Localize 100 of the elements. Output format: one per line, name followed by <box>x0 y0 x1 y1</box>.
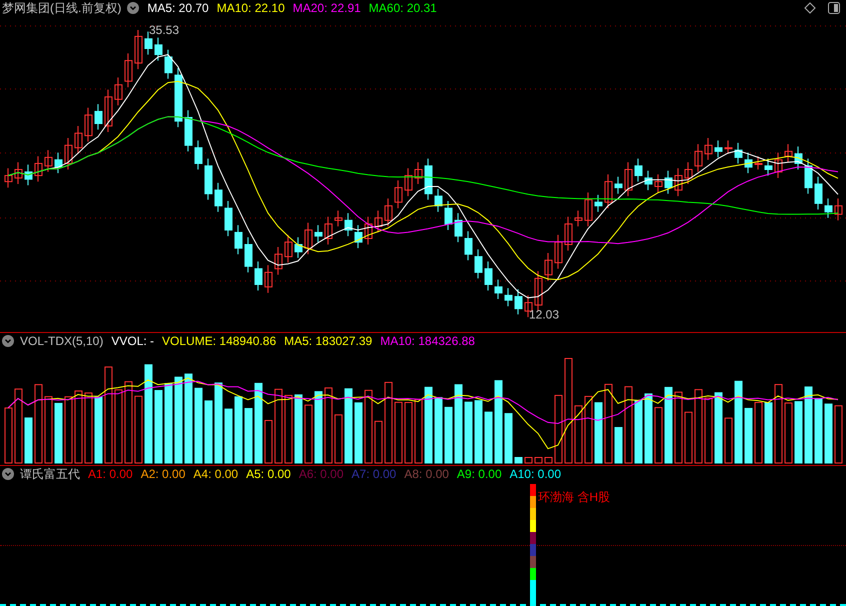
candlestick <box>614 176 622 194</box>
candlestick <box>164 49 172 80</box>
candlestick <box>214 182 222 212</box>
candlestick <box>264 264 272 294</box>
candlestick <box>334 210 342 227</box>
candlestick <box>514 288 522 315</box>
candlestick <box>594 194 602 212</box>
candlestick <box>394 180 402 209</box>
candlestick <box>694 144 702 172</box>
candlestick <box>374 210 382 233</box>
indicator-value: MA60: 20.31 <box>368 0 437 17</box>
candlestick <box>834 198 842 221</box>
candlestick <box>504 288 512 307</box>
indicator-value: MA5: 20.70 <box>147 0 209 17</box>
candlestick <box>674 168 682 197</box>
candlestick <box>104 89 112 132</box>
candlestick <box>754 156 762 170</box>
chevron-down-icon[interactable] <box>2 335 14 347</box>
candlestick <box>354 224 362 249</box>
candlestick <box>484 260 492 292</box>
candlestick <box>724 140 732 154</box>
candlestick <box>444 200 452 231</box>
candlestick <box>34 156 42 182</box>
candlestick <box>74 125 82 154</box>
indicator-value: A2: 0.00 <box>140 466 186 483</box>
candlestick <box>234 224 242 255</box>
high-price-label: 35.53 <box>149 23 180 37</box>
low-price-label: 12.03 <box>529 307 560 322</box>
indicator-value: A1: 0.00 <box>88 466 133 483</box>
candlestick <box>564 216 572 252</box>
candlestick <box>94 104 102 130</box>
indicator-value: VOLUME: 148940.86 <box>162 333 276 350</box>
candlestick <box>494 279 502 300</box>
candlestick <box>434 188 442 212</box>
signal-tag: 环渤海 含H股 <box>538 488 610 506</box>
candlestick <box>454 212 462 243</box>
candlestick <box>584 192 592 227</box>
candlestick <box>664 170 672 194</box>
candlestick <box>294 236 302 258</box>
indicator-value: A9: 0.00 <box>456 466 502 483</box>
candlestick <box>734 142 742 164</box>
candlestick <box>774 152 782 178</box>
indicator-value: MA5: 183027.39 <box>284 333 372 350</box>
chevron-down-icon[interactable] <box>2 468 14 480</box>
indicator-value: MA20: 22.91 <box>292 0 361 17</box>
candlestick <box>624 162 632 197</box>
candlestick <box>174 67 182 128</box>
candlestick <box>4 168 12 188</box>
candlestick <box>764 158 772 176</box>
candlestick <box>84 107 92 142</box>
indicator-value: A4: 0.00 <box>193 466 238 483</box>
candlestick <box>364 216 372 246</box>
candlestick <box>274 246 282 276</box>
candlestick <box>404 168 412 197</box>
candlestick <box>194 140 202 170</box>
candlestick <box>414 162 422 185</box>
diamond-icon[interactable] <box>804 2 816 14</box>
indicator-value: VVOL: - <box>111 333 154 350</box>
candlestick <box>684 162 692 185</box>
indicator-value: A10: 0.00 <box>510 466 561 483</box>
candlestick <box>784 144 792 163</box>
candlestick <box>244 236 252 273</box>
candlestick <box>464 230 472 261</box>
candlestick <box>64 138 72 170</box>
indicator-value: A8: 0.00 <box>404 466 449 483</box>
candlestick <box>604 174 612 209</box>
candlestick <box>644 170 652 191</box>
candlestick <box>154 37 162 62</box>
candlestick <box>704 138 712 160</box>
chevron-down-icon[interactable] <box>127 2 140 14</box>
candlestick <box>804 158 812 194</box>
candlestick <box>44 150 52 172</box>
candlestick <box>184 110 192 152</box>
indicator-value: MA10: 22.10 <box>216 0 285 17</box>
candlestick <box>324 216 332 246</box>
candlestick <box>24 164 32 186</box>
candlestick <box>654 174 662 193</box>
chart-title: 梦网集团(日线.前复权) <box>2 0 122 17</box>
candlestick <box>254 260 262 292</box>
candlestick <box>54 152 62 174</box>
indicator-value: A7: 0.00 <box>352 466 396 483</box>
candlestick <box>124 52 132 88</box>
candlestick <box>224 200 232 237</box>
candlestick <box>534 270 542 312</box>
indicator-value: A5: 0.00 <box>246 466 291 483</box>
candlestick <box>744 152 752 174</box>
candlestick <box>114 77 122 106</box>
candlestick <box>824 198 832 218</box>
panel-toggle-icon[interactable] <box>828 2 840 14</box>
candlestick <box>14 162 22 185</box>
candlestick <box>814 176 822 210</box>
indicator-title: VOL-TDX(5,10) <box>20 333 104 350</box>
candlestick <box>424 158 432 200</box>
candlestick <box>204 158 212 200</box>
indicator-value: MA10: 184326.88 <box>380 333 475 350</box>
candlestick <box>134 30 142 70</box>
candlestick <box>314 224 322 243</box>
candlestick <box>384 198 392 227</box>
candlestick <box>284 234 292 264</box>
candlestick <box>574 210 582 227</box>
